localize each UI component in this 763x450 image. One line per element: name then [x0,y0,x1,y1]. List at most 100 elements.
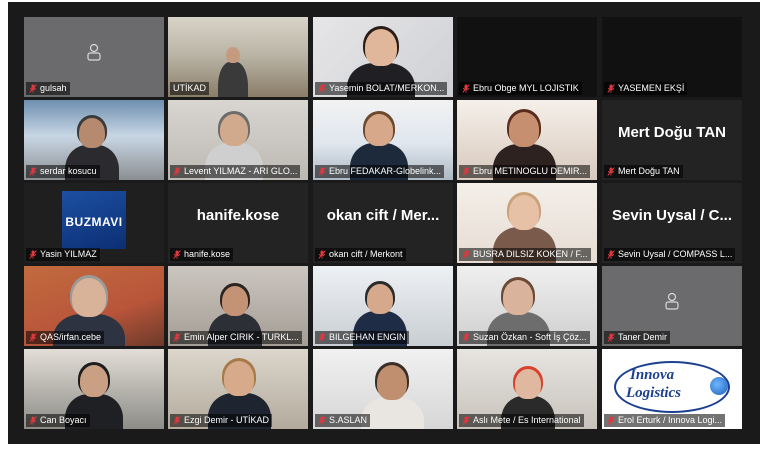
participant-name: QAS/irfan.cebe [40,332,102,342]
microphone-muted-icon [462,416,470,425]
participant-tile[interactable]: Ezgi Demir - UTİKAD [168,349,308,429]
innova-logistics-logo: Innova Logistics [608,357,736,415]
participant-tile[interactable]: Mert Doğu TAN Mert Doğu TAN [602,100,742,180]
participant-tile[interactable]: Suzan Özkan - Soft İş Çöz... [457,266,597,346]
participant-tile[interactable]: Levent YILMAZ - ARI GLO... [168,100,308,180]
profile-placeholder-icon [665,292,679,310]
microphone-muted-icon [607,416,615,425]
microphone-muted-icon [318,84,326,93]
microphone-muted-icon [173,416,181,425]
participant-name-label: BUSRA DILSIZ KOKEN / F... [459,248,591,261]
participant-name-label: S.ASLAN [315,414,371,427]
person-head [515,369,541,399]
participant-name: BILGEHAN ENGIN [329,332,406,342]
display-name: hanife.kose [196,207,280,224]
participant-name: Mert Doğu TAN [618,166,680,176]
participant-tile[interactable]: Emin Alper CIRIK - TURKL... [168,266,308,346]
participant-tile[interactable]: BUSRA DILSIZ KOKEN / F... [457,183,597,263]
participant-name: serdar kosucu [40,166,97,176]
microphone-muted-icon [173,167,181,176]
participant-name: Yasin YILMAZ [40,249,97,259]
person-head [224,361,254,396]
participant-tile[interactable]: Can Boyacı [24,349,164,429]
participant-tile[interactable]: serdar kosucu [24,100,164,180]
microphone-muted-icon [318,167,326,176]
person-head [509,195,539,230]
microphone-muted-icon [607,250,615,259]
participant-name-label: Emin Alper CIRIK - TURKL... [170,331,302,344]
participant-name: Can Boyacı [40,415,87,425]
participant-name: Ebru Obge MYL LOJISTIK [473,83,579,93]
participant-tile[interactable]: BILGEHAN ENGIN [313,266,453,346]
microphone-muted-icon [29,416,37,425]
participant-name-label: Ebru Obge MYL LOJISTIK [459,82,582,95]
participant-name: Sevin Uysal / COMPASS L... [618,249,733,259]
participant-name-label: Suzan Özkan - Soft İş Çöz... [459,331,590,344]
participant-name-label: Erol Erturk / Innova Logi... [604,414,726,427]
participant-name-label: hanife.kose [170,248,234,261]
person-head [226,47,240,64]
participant-tile[interactable]: YASEMEN EKŞİ [602,17,742,97]
microphone-muted-icon [173,333,181,342]
person-head [72,278,106,318]
person-head [509,112,539,147]
participant-name: Ezgi Demir - UTİKAD [184,415,270,425]
microphone-muted-icon [29,250,37,259]
microphone-muted-icon [607,333,615,342]
participant-name-label: Aslı Mete / Es International [459,414,584,427]
participant-tile[interactable]: Taner Demir [602,266,742,346]
participant-name: Erol Erturk / Innova Logi... [618,415,723,425]
participant-name: hanife.kose [184,249,231,259]
participant-name-label: Ezgi Demir - UTİKAD [170,414,273,427]
participant-name: S.ASLAN [329,415,368,425]
person-head [222,286,248,316]
person-head [367,284,393,314]
participant-tile[interactable]: BUZMAVI Yasin YILMAZ [24,183,164,263]
person-head [365,114,393,147]
profile-placeholder-icon [87,43,101,61]
participant-tile[interactable]: gulsah [24,17,164,97]
microphone-muted-icon [318,416,326,425]
participant-tile[interactable]: QAS/irfan.cebe [24,266,164,346]
participant-name: Aslı Mete / Es International [473,415,581,425]
video-gallery: gulsah UTİKAD Yasemin BOLAT/MERKON... Ebru … [8,2,760,444]
participant-name-label: okan cift / Merkont [315,248,406,261]
participant-tile[interactable]: Sevin Uysal / C... Sevin Uysal / COMPASS … [602,183,742,263]
participant-name-label: Taner Demir [604,331,671,344]
participant-name-label: YASEMEN EKŞİ [604,82,688,95]
microphone-muted-icon [462,167,470,176]
display-name: Sevin Uysal / C... [611,207,733,224]
microphone-muted-icon [318,333,326,342]
participant-name-label: Can Boyacı [26,414,90,427]
person-body [218,61,248,97]
participant-name: Taner Demir [618,332,668,342]
display-name: Mert Doğu TAN [617,124,727,141]
buzmavi-logo: BUZMAVI [62,191,126,249]
participant-name-label: BILGEHAN ENGIN [315,331,409,344]
person-head [503,280,533,315]
participant-name-label: Levent YILMAZ - ARI GLO... [170,165,301,178]
participant-tile[interactable]: Ebru METINOGLU DEMIR... [457,100,597,180]
participant-tile[interactable]: S.ASLAN [313,349,453,429]
participant-tile[interactable]: Ebru Obge MYL LOJISTIK [457,17,597,97]
participant-name: YASEMEN EKŞİ [618,83,685,93]
microphone-muted-icon [607,167,615,176]
participant-name-label: UTİKAD [170,82,210,95]
person-head [377,365,407,400]
microphone-muted-icon [29,84,37,93]
participant-name-label: Ebru FEDAKAR-Globelink... [315,165,445,178]
microphone-muted-icon [607,84,615,93]
participant-tile[interactable]: Innova Logistics Erol Erturk / Innova Logi… [602,349,742,429]
participant-tile[interactable]: okan cift / Mer... okan cift / Merkont [313,183,453,263]
participant-tile[interactable]: Yasemin BOLAT/MERKON... [313,17,453,97]
participant-name-label: Mert Doğu TAN [604,165,683,178]
participant-tile[interactable]: Ebru FEDAKAR-Globelink... [313,100,453,180]
participant-name: Suzan Özkan - Soft İş Çöz... [473,332,587,342]
microphone-muted-icon [173,250,181,259]
microphone-muted-icon [462,250,470,259]
microphone-muted-icon [29,333,37,342]
participant-tile[interactable]: hanife.kose hanife.kose [168,183,308,263]
participant-name-label: serdar kosucu [26,165,100,178]
participant-tile[interactable]: UTİKAD [168,17,308,97]
participant-tile[interactable]: Aslı Mete / Es International [457,349,597,429]
